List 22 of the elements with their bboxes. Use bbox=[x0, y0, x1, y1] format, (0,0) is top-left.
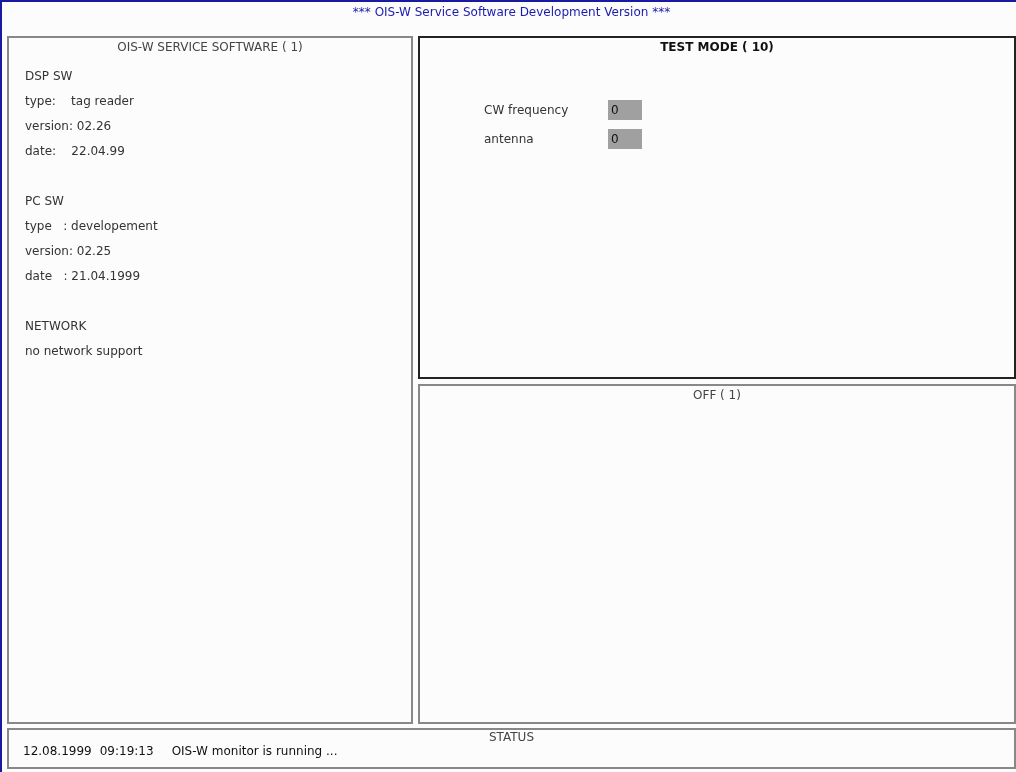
info-text: date: 22.04.99 bbox=[25, 143, 126, 160]
info-text: date : 21.04.1999 bbox=[25, 268, 142, 285]
info-text: type : developement bbox=[25, 218, 159, 235]
status-title: STATUS bbox=[488, 730, 535, 744]
status-date: 12.08.1999 bbox=[23, 744, 92, 758]
field-label: CW frequency bbox=[484, 103, 570, 117]
info-text: version: 02.25 bbox=[25, 243, 113, 260]
info-text: version: 02.26 bbox=[25, 118, 113, 135]
info-text: no network support bbox=[25, 343, 144, 360]
field-label: antenna bbox=[484, 132, 535, 146]
section-heading: NETWORK bbox=[25, 318, 88, 335]
window-title: *** OIS-W Service Software Development Version *** bbox=[352, 5, 671, 19]
panel-title: OFF ( 1) bbox=[692, 387, 742, 402]
value-field[interactable]: 0 bbox=[608, 100, 642, 120]
info-text: type: tag reader bbox=[25, 93, 135, 110]
section-heading: DSP SW bbox=[25, 68, 74, 85]
panel-title: OIS-W SERVICE SOFTWARE ( 1) bbox=[116, 39, 304, 54]
value-field[interactable]: 0 bbox=[608, 129, 642, 149]
panel-title: TEST MODE ( 10) bbox=[659, 39, 775, 54]
section-heading: PC SW bbox=[25, 193, 65, 210]
status-message: OIS-W monitor is running ... bbox=[171, 744, 338, 758]
status-time: 09:19:13 bbox=[99, 744, 154, 758]
